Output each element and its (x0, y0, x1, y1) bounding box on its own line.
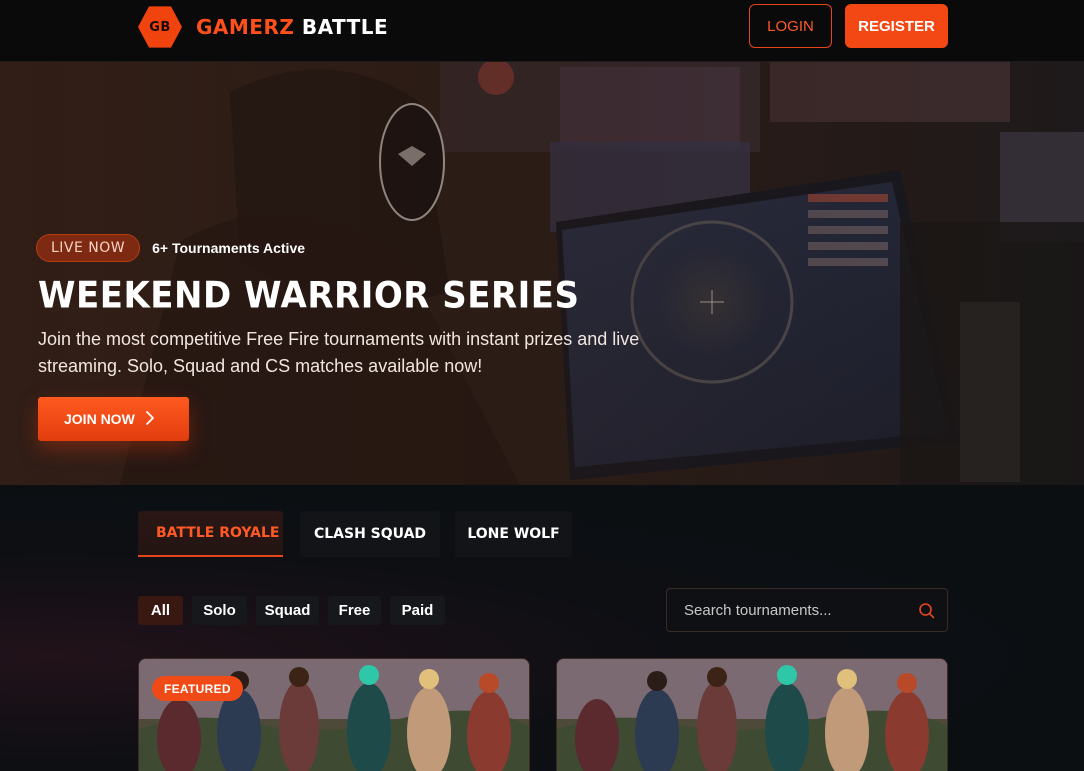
filter-all[interactable]: All (138, 596, 183, 625)
logo-hexagon-icon: GB (138, 6, 182, 48)
tournaments-section: BATTLE ROYALE CLASH SQUAD LONE WOLF All … (0, 485, 1084, 771)
join-now-button[interactable]: JOIN NOW (38, 397, 189, 441)
filter-free[interactable]: Free (328, 596, 381, 625)
chevron-right-icon (146, 411, 154, 425)
search-icon[interactable] (917, 601, 937, 621)
game-mode-tabs: BATTLE ROYALE CLASH SQUAD LONE WOLF (138, 511, 572, 557)
brand-name: GAMERZ BATTLE (196, 15, 388, 39)
tournament-card-image (557, 659, 947, 771)
tab-battle-royale[interactable]: BATTLE ROYALE (138, 511, 283, 557)
tournament-card[interactable] (556, 658, 948, 771)
live-badge: LIVE NOW (36, 234, 141, 262)
brand-logo[interactable]: GB GAMERZ BATTLE (138, 5, 388, 49)
live-status-row: LIVE NOW 6+ Tournaments Active (36, 234, 305, 262)
brand-name-part2: BATTLE (301, 15, 389, 39)
featured-badge: FEATURED (152, 676, 243, 701)
tournament-card[interactable]: FEATURED (138, 658, 530, 771)
filter-chips: All Solo Squad Free Paid (138, 596, 454, 625)
tab-clash-squad[interactable]: CLASH SQUAD (300, 511, 440, 557)
hero-banner: LIVE NOW 6+ Tournaments Active WEEKEND W… (0, 62, 1084, 485)
active-tournaments-count: 6+ Tournaments Active (152, 240, 306, 256)
filter-paid[interactable]: Paid (390, 596, 445, 625)
hero-description: Join the most competitive Free Fire tour… (38, 329, 640, 376)
search-input[interactable] (684, 589, 904, 631)
filter-squad[interactable]: Squad (256, 596, 319, 625)
logo-initials: GB (149, 19, 171, 35)
register-button[interactable]: REGISTER (845, 4, 948, 48)
hero-title: WEEKEND WARRIOR SERIES (38, 274, 580, 318)
brand-name-part1: GAMERZ (196, 15, 295, 39)
top-navbar: GB GAMERZ BATTLE LOGIN REGISTER (0, 0, 1084, 62)
login-button[interactable]: LOGIN (749, 4, 832, 48)
join-now-label: JOIN NOW (64, 411, 135, 427)
tab-lone-wolf[interactable]: LONE WOLF (455, 511, 572, 557)
filter-solo[interactable]: Solo (192, 596, 247, 625)
search-box (666, 588, 948, 632)
